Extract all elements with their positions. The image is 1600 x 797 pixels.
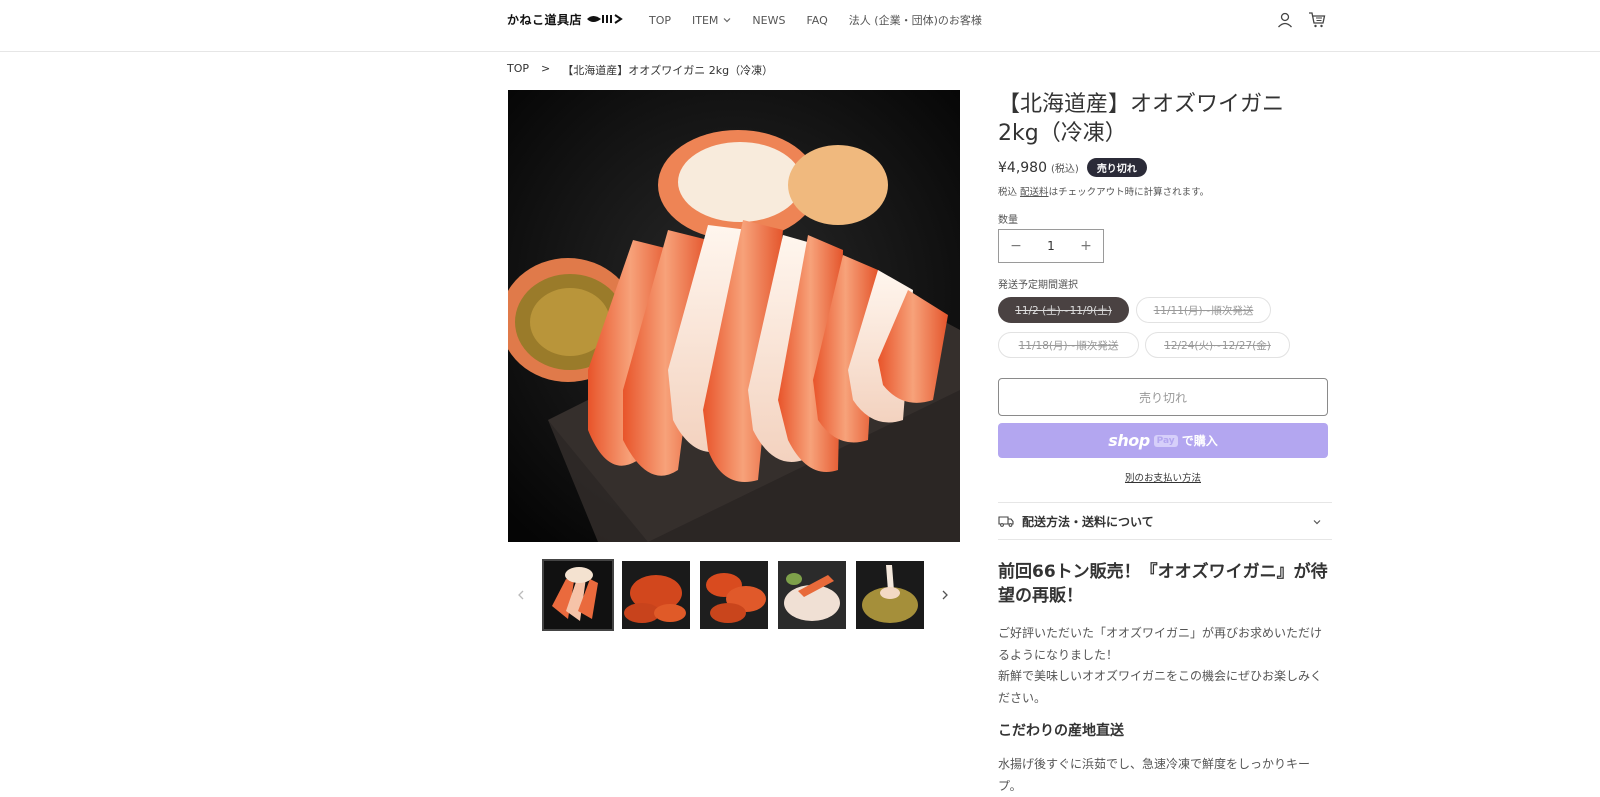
chevron-down-icon — [723, 18, 731, 23]
nav-faq-label: FAQ — [806, 13, 828, 27]
breadcrumb-current: 【北海道産】オオズワイガニ 2kg（冷凍） — [562, 64, 774, 77]
price-row: ¥4,980 (税込) 売り切れ — [998, 158, 1147, 177]
thumbnail-4[interactable] — [778, 561, 846, 629]
variant-option-2[interactable]: 11/11(月)~順次発送 — [1136, 297, 1271, 323]
chevron-right-icon[interactable] — [938, 588, 952, 602]
chevron-down-icon — [1313, 520, 1321, 525]
product-main-image[interactable] — [508, 90, 960, 542]
shipping-info-label: 配送方法・送料について — [1022, 514, 1154, 529]
cart-icon[interactable] — [1308, 11, 1326, 29]
nav-item-label: ITEM — [692, 13, 719, 27]
thumbnail-2[interactable] — [622, 561, 690, 629]
breadcrumb: TOP > 【北海道産】オオズワイガニ 2kg（冷凍） — [507, 62, 773, 78]
shop-pay-button[interactable]: shop Pay で購入 — [998, 423, 1328, 458]
quantity-input[interactable]: 1 — [1033, 239, 1069, 253]
product-title: 【北海道産】オオズワイガニ 2kg（冷凍） — [998, 92, 1285, 146]
variant-option-3[interactable]: 11/18(月)~順次発送 — [998, 332, 1139, 358]
tax-note-prefix: 税込 — [998, 187, 1018, 198]
site-header: かねこ道具店 TOP ITEM NEWS FAQ 法人 (企業・団体)のお客様 — [0, 0, 1600, 52]
description-line-2: 新鮮で美味しいオオズワイガニをこの機会にぜひお楽しみください。 — [998, 669, 1323, 705]
shop-pay-badge: Pay — [1153, 434, 1178, 447]
shipping-period-label: 発送予定期間選択 — [998, 280, 1078, 291]
nav-business-label: 法人 (企業・団体)のお客様 — [848, 14, 982, 27]
description-subheading: こだわりの産地直送 — [998, 723, 1124, 739]
tax-note: 税込 配送料はチェックアウト時に計算されます。 — [998, 184, 1209, 198]
nav-business[interactable]: 法人 (企業・団体)のお客様 — [849, 12, 982, 28]
sold-out-badge: 売り切れ — [1086, 158, 1147, 177]
nav-top-label: TOP — [649, 13, 672, 27]
other-payment-link[interactable]: 別のお支払い方法 — [998, 470, 1328, 484]
shipping-info-accordion[interactable]: 配送方法・送料について — [998, 502, 1332, 540]
nav-news-label: NEWS — [752, 13, 786, 27]
price-tax-label: (税込) — [1051, 164, 1079, 175]
site-logo[interactable]: かねこ道具店 — [507, 11, 625, 27]
quantity-decrease-button[interactable]: − — [999, 238, 1033, 254]
thumbnail-5[interactable] — [856, 561, 924, 629]
shop-pay-logo-text: shop — [1108, 431, 1150, 450]
nav-faq[interactable]: FAQ — [806, 12, 827, 28]
main-nav: TOP ITEM NEWS FAQ 法人 (企業・団体)のお客様 — [649, 12, 1003, 28]
breadcrumb-separator: > — [541, 62, 551, 75]
shipping-fee-link[interactable]: 配送料 — [1020, 187, 1049, 198]
description-paragraph-1: ご好評いただいた「オオズワイガニ」が再びお求めいただけるようになりました！ 新鮮… — [998, 623, 1328, 709]
nav-news[interactable]: NEWS — [752, 12, 785, 28]
quantity-label: 数量 — [998, 215, 1018, 226]
nav-item-menu[interactable]: ITEM — [692, 12, 731, 28]
description-line-1: ご好評いただいた「オオズワイガニ」が再びお求めいただけるようになりました！ — [998, 626, 1323, 662]
description-heading: 前回66トン販売！『オオズワイガニ』が待望の再販！ — [998, 562, 1328, 606]
logo-text: かねこ道具店 — [507, 12, 583, 27]
thumbnail-3[interactable] — [700, 561, 768, 629]
description-paragraph-2: 水揚げ後すぐに浜茹でし、急速冷凍で鮮度をしっかりキープ。 — [998, 757, 1311, 793]
quantity-increase-button[interactable]: + — [1069, 238, 1103, 254]
truck-icon — [998, 516, 1014, 527]
chevron-left-icon[interactable] — [514, 588, 528, 602]
shop-pay-label: で購入 — [1181, 434, 1218, 448]
tax-note-suffix: はチェックアウト時に計算されます。 — [1048, 187, 1210, 198]
logo-fish-icon — [585, 13, 625, 25]
breadcrumb-home[interactable]: TOP — [507, 62, 529, 78]
nav-top[interactable]: TOP — [649, 12, 671, 28]
thumbnail-1[interactable] — [542, 559, 614, 631]
product-price: ¥4,980 — [998, 159, 1047, 176]
quantity-stepper: − 1 + — [998, 229, 1104, 263]
variant-option-1[interactable]: 11/2 (土)~11/9(土) — [998, 297, 1129, 323]
sold-out-button[interactable]: 売り切れ — [998, 378, 1328, 416]
account-icon[interactable] — [1276, 11, 1294, 29]
variant-option-4[interactable]: 12/24(火)~12/27(金) — [1145, 332, 1290, 358]
thumbnail-gallery — [508, 559, 960, 632]
